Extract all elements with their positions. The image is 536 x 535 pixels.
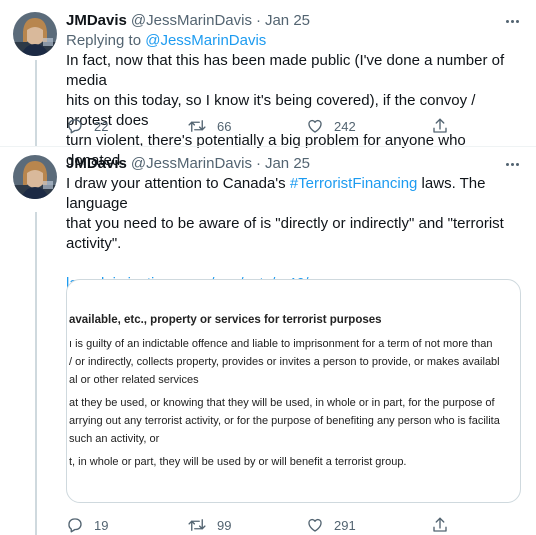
card-line: al or other related services: [69, 374, 199, 386]
tweet[interactable]: JMDavis @JessMarinDavis · Jan 25 Replyin…: [0, 0, 536, 169]
tweet-text: I draw your attention to Canada's #Terro…: [66, 174, 522, 254]
link-preview-card[interactable]: available, etc., property or services fo…: [66, 279, 521, 503]
like-count: 291: [334, 517, 356, 533]
tweet-text-part: I draw your attention to Canada's: [66, 175, 290, 192]
reply-count: 22: [94, 118, 109, 134]
share-icon: [433, 517, 447, 532]
share-button[interactable]: [431, 516, 449, 534]
avatar[interactable]: [13, 155, 57, 199]
tweet-header: JMDavis @JessMarinDavis · Jan 25: [66, 154, 522, 174]
replying-to: Replying to @JessMarinDavis: [66, 31, 522, 51]
retweet-button[interactable]: 66: [187, 117, 231, 135]
replying-prefix: Replying to: [66, 32, 142, 49]
reply-icon: [68, 119, 82, 134]
card-line: arrying out any terrorist activity, or f…: [69, 415, 500, 427]
author-name[interactable]: JMDavis: [66, 11, 127, 31]
like-icon: [308, 119, 322, 133]
retweet-count: 99: [217, 517, 232, 533]
retweet-button[interactable]: 99: [187, 516, 231, 534]
like-icon: [308, 518, 322, 532]
card-heading: available, etc., property or services fo…: [69, 314, 382, 326]
separator: ·: [255, 12, 261, 29]
tweet-header: JMDavis @JessMarinDavis · Jan 25: [66, 11, 522, 31]
retweet-icon: [188, 519, 206, 531]
retweet-icon: [188, 120, 206, 132]
reply-button[interactable]: 22: [66, 117, 108, 135]
tweet-actions: 22 66 242: [66, 116, 522, 136]
author-handle[interactable]: @JessMarinDavis: [131, 154, 252, 174]
more-icon[interactable]: [502, 154, 522, 174]
reply-count: 19: [94, 517, 109, 533]
tweet-text-line: I draw your attention to Canada's #Terro…: [66, 174, 522, 214]
tweet-date[interactable]: Jan 25: [265, 11, 310, 31]
avatar[interactable]: [13, 12, 57, 56]
more-icon[interactable]: [502, 11, 522, 31]
tweet-text-line: In fact, now that this has been made pub…: [66, 52, 505, 89]
reply-icon: [68, 518, 82, 533]
reply-button[interactable]: 19: [66, 516, 108, 534]
author-handle[interactable]: @JessMarinDavis: [131, 11, 252, 31]
tweet-text-line: activity".: [66, 235, 122, 252]
tweet[interactable]: JMDavis @JessMarinDavis · Jan 25 I draw …: [0, 147, 536, 535]
retweet-count: 66: [217, 118, 232, 134]
card-line: such an activity, or: [69, 433, 160, 445]
share-icon: [433, 118, 447, 133]
like-count: 242: [334, 118, 356, 134]
hashtag-link[interactable]: #TerroristFinancing: [290, 175, 418, 192]
replying-mention[interactable]: @JessMarinDavis: [145, 32, 266, 49]
share-button[interactable]: [431, 117, 449, 135]
card-line: t, in whole or part, they will be used b…: [69, 456, 407, 468]
like-button[interactable]: 242: [306, 117, 356, 135]
tweet-date[interactable]: Jan 25: [265, 154, 310, 174]
separator: ·: [255, 155, 261, 172]
author-name[interactable]: JMDavis: [66, 154, 127, 174]
tweet-actions: 19 99 291: [66, 515, 522, 535]
like-button[interactable]: 291: [306, 516, 356, 534]
card-line: / or indirectly, collects property, prov…: [69, 356, 500, 368]
card-line: ı is guilty of an indictable offence and…: [69, 338, 493, 350]
tweet-text-line: that you need to be aware of is "directl…: [66, 215, 504, 232]
card-line: at they be used, or knowing that they wi…: [69, 397, 495, 409]
